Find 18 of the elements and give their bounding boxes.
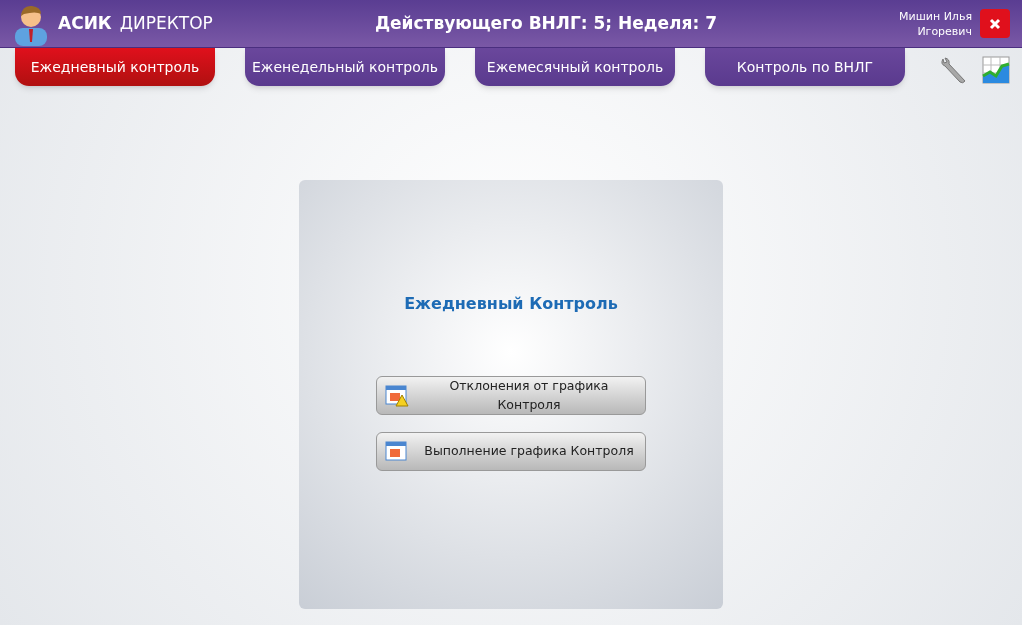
- nav-tab[interactable]: Ежемесячный контроль: [475, 48, 675, 86]
- nav-tab[interactable]: Контроль по ВНЛГ: [705, 48, 905, 86]
- wrench-icon[interactable]: [938, 56, 968, 86]
- chart-icon[interactable]: [982, 56, 1010, 84]
- nav-tab[interactable]: Еженедельный контроль: [245, 48, 445, 86]
- user-name: Игоревич: [917, 23, 972, 39]
- action-button[interactable]: Выполнение графика Контроля: [376, 432, 646, 471]
- app-brand: ДИРЕКТОР: [119, 11, 213, 35]
- header-title: Действующего ВНЛГ: 5; Неделя: 7: [374, 11, 717, 35]
- calendar-warning-icon: [385, 384, 409, 407]
- action-button[interactable]: Отклонения от графика Контроля: [376, 376, 646, 415]
- close-button[interactable]: [980, 9, 1010, 38]
- user-name: Мишин Илья: [899, 8, 972, 24]
- close-icon: [989, 17, 1001, 30]
- calendar-icon: [385, 440, 409, 463]
- panel-title: Ежедневный Контроль: [404, 293, 618, 315]
- app-brand: АСИК: [58, 11, 112, 35]
- nav-tab[interactable]: Ежедневный контроль: [15, 48, 215, 86]
